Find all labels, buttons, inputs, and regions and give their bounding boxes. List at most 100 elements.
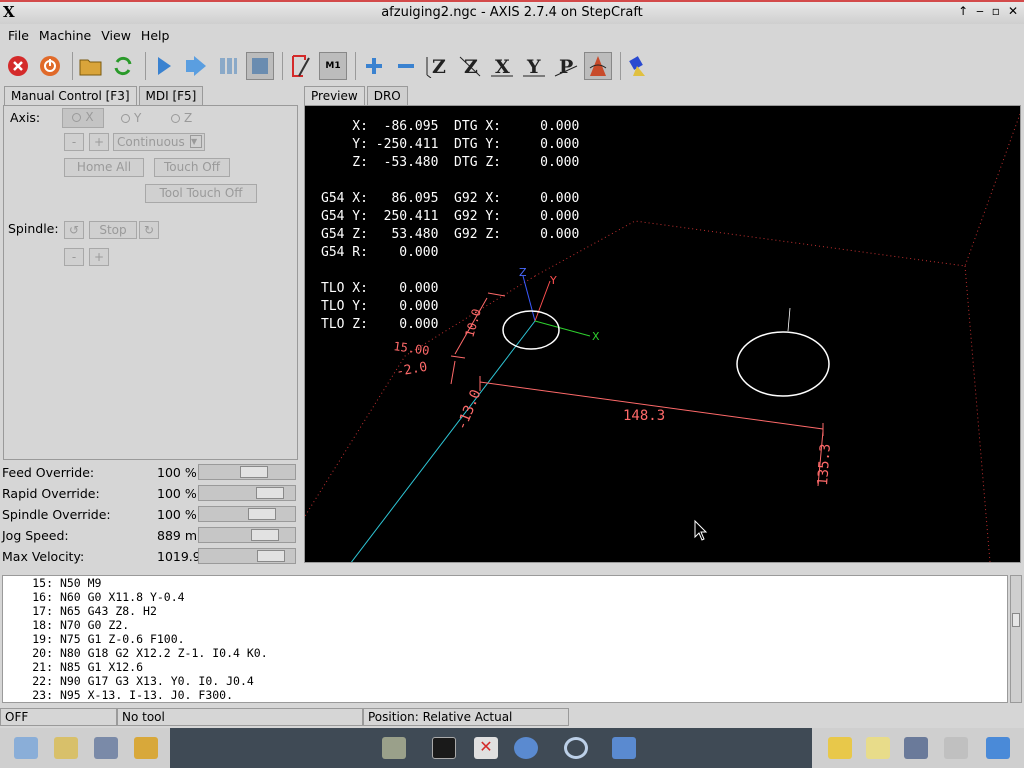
override-slider[interactable] xyxy=(198,485,296,501)
tool-status: No tool xyxy=(117,708,363,726)
window-up-icon[interactable]: ↑ xyxy=(958,4,968,18)
line-number: 18: xyxy=(32,618,53,632)
gcode-line[interactable]: 18: N70 G0 Z2. xyxy=(3,618,1007,632)
step-icon[interactable] xyxy=(182,52,210,80)
gcode-line[interactable]: 17: N65 G43 Z8. H2 xyxy=(3,604,1007,618)
folder-icon[interactable] xyxy=(612,737,636,759)
taskbar-axis-icon[interactable] xyxy=(382,737,406,759)
taskbar-app9-icon[interactable] xyxy=(986,737,1010,759)
title-bar: X afzuiging2.ngc - AXIS 2.7.4 on StepCra… xyxy=(0,0,1024,24)
override-label: Feed Override: xyxy=(2,465,95,480)
slider-knob[interactable] xyxy=(257,550,285,562)
view-y-icon[interactable]: Y xyxy=(520,52,548,80)
gcode-line[interactable]: 16: N60 G0 X11.8 Y-0.4 xyxy=(3,590,1007,604)
taskbar-app7-icon[interactable] xyxy=(904,737,928,759)
view-x-icon[interactable]: X xyxy=(488,52,516,80)
gcode-line[interactable]: 20: N80 G18 G2 X12.2 Z-1. I0.4 K0. xyxy=(3,646,1007,660)
browser-icon[interactable] xyxy=(514,737,538,759)
open-icon[interactable] xyxy=(77,52,105,80)
home-all-button[interactable]: Home All xyxy=(64,158,144,177)
rotate-icon[interactable] xyxy=(584,52,612,80)
axis-y-label: Y xyxy=(134,111,142,125)
taskbar-app5-icon[interactable] xyxy=(828,737,852,759)
gcode-line[interactable]: 23: N95 X-13. I-13. J0. F300. xyxy=(3,688,1007,702)
override-label: Jog Speed: xyxy=(2,528,69,543)
taskbar-app4-icon[interactable] xyxy=(134,737,158,759)
estop-icon[interactable] xyxy=(4,52,32,80)
slider-knob[interactable] xyxy=(251,529,279,541)
close-app-icon[interactable]: ✕ xyxy=(474,737,498,759)
gcode-line[interactable]: 19: N75 G1 Z-0.6 F100. xyxy=(3,632,1007,646)
search-icon[interactable] xyxy=(564,737,588,759)
gcode-text: N85 G1 X12.6 xyxy=(59,660,144,674)
view-z-icon[interactable]: Z xyxy=(424,52,452,80)
tab-mdi[interactable]: MDI [F5] xyxy=(138,86,204,106)
jog-plus-button[interactable]: + xyxy=(89,133,109,151)
override-row: Jog Speed: 889 mm/min xyxy=(2,528,237,543)
gcode-line[interactable]: 22: N90 G17 G3 X13. Y0. I0. J0.4 xyxy=(3,674,1007,688)
gcode-text: N75 G1 Z-0.6 F100. xyxy=(59,632,185,646)
touch-off-button[interactable]: Touch Off xyxy=(154,158,230,177)
override-slider[interactable] xyxy=(198,506,296,522)
stop-icon[interactable] xyxy=(246,52,274,80)
spindle-stop-button[interactable]: Stop xyxy=(89,221,137,239)
spindle-cw-icon[interactable]: ↻ xyxy=(139,221,159,239)
gcode-line[interactable]: 21: N85 G1 X12.6 xyxy=(3,660,1007,674)
slider-knob[interactable] xyxy=(256,487,284,499)
preview-canvas[interactable]: Z Y X 148.3 135.3 -13.0 10.0 -2.0 15.00 … xyxy=(304,105,1021,563)
slider-knob[interactable] xyxy=(240,466,268,478)
spindle-plus-button[interactable]: + xyxy=(89,248,109,266)
axis-radio-x[interactable]: X xyxy=(62,108,104,128)
menu-machine[interactable]: Machine xyxy=(39,28,91,43)
view-p-icon[interactable]: P xyxy=(552,52,580,80)
override-row: Rapid Override: 100 % xyxy=(2,486,197,501)
spindle-ccw-icon[interactable]: ↺ xyxy=(64,221,84,239)
line-number: 20: xyxy=(32,646,53,660)
optional-stop-icon[interactable]: M1 xyxy=(319,52,347,80)
mouse-cursor-icon xyxy=(694,519,708,541)
spindle-minus-button[interactable]: - xyxy=(64,248,84,266)
taskbar-app1-icon[interactable] xyxy=(14,737,38,759)
dim-small2-label: -2.0 xyxy=(395,360,428,380)
taskbar-app3-icon[interactable] xyxy=(94,737,118,759)
tab-preview[interactable]: Preview xyxy=(304,86,365,106)
m1-label: M1 xyxy=(325,61,341,71)
line-number: 17: xyxy=(32,604,53,618)
pause-icon[interactable] xyxy=(214,52,242,80)
terminal-icon[interactable] xyxy=(432,737,456,759)
tab-dro[interactable]: DRO xyxy=(366,86,408,106)
slider-knob[interactable] xyxy=(248,508,276,520)
jog-mode-select[interactable]: Continuous ▼ xyxy=(113,133,205,151)
menu-view[interactable]: View xyxy=(101,28,131,43)
window-close-icon[interactable]: ✕ xyxy=(1008,4,1018,18)
reload-icon[interactable] xyxy=(109,52,137,80)
zoom-in-icon[interactable] xyxy=(360,52,388,80)
clear-icon[interactable] xyxy=(625,52,653,80)
window-maximize-icon[interactable]: ▫ xyxy=(992,4,1000,18)
preview-tabs: Preview DRO xyxy=(304,86,410,106)
gcode-text: N95 X-13. I-13. J0. F300. xyxy=(59,688,234,702)
block-delete-icon[interactable] xyxy=(287,52,315,80)
gcode-listing[interactable]: 15: N50 M9 16: N60 G0 X11.8 Y-0.4 17: N65 … xyxy=(2,575,1008,703)
taskbar-app8-icon[interactable] xyxy=(944,737,968,759)
taskbar-app2-icon[interactable] xyxy=(54,737,78,759)
power-icon[interactable] xyxy=(36,52,64,80)
tool-touch-off-button[interactable]: Tool Touch Off xyxy=(145,184,257,203)
window-minimize-icon[interactable]: ‒ xyxy=(976,4,984,18)
gcode-scrollbar[interactable] xyxy=(1010,575,1022,703)
taskbar-app6-icon[interactable] xyxy=(866,737,890,759)
axis-radio-y[interactable]: Y xyxy=(121,111,141,125)
tab-manual-control[interactable]: Manual Control [F3] xyxy=(4,86,137,106)
override-slider[interactable] xyxy=(198,548,296,564)
axis-radio-z[interactable]: Z xyxy=(171,111,192,125)
scroll-thumb[interactable] xyxy=(1012,613,1020,627)
gcode-line[interactable]: 15: N50 M9 xyxy=(3,576,1007,590)
jog-minus-button[interactable]: - xyxy=(64,133,84,151)
override-slider[interactable] xyxy=(198,527,296,543)
run-icon[interactable] xyxy=(150,52,178,80)
menu-help[interactable]: Help xyxy=(141,28,170,43)
zoom-out-icon[interactable] xyxy=(392,52,420,80)
menu-file[interactable]: File xyxy=(8,28,29,43)
override-slider[interactable] xyxy=(198,464,296,480)
view-z2-icon[interactable]: Z xyxy=(456,52,484,80)
